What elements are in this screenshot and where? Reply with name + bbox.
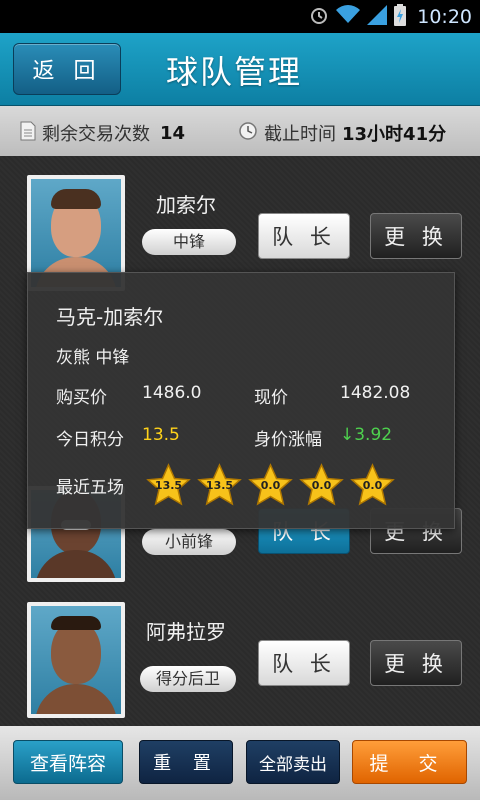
reset-button[interactable]: 重 置 — [139, 740, 233, 784]
bottom-toolbar: 查看阵容 重 置 全部卖出 提 交 — [0, 726, 480, 800]
position-tag: 小前锋 — [142, 529, 236, 555]
position-tag: 中锋 — [142, 229, 236, 255]
star-icon: 13.5 — [146, 463, 191, 507]
submit-button[interactable]: 提 交 — [352, 740, 467, 784]
status-time: 10:20 — [417, 5, 472, 28]
battery-icon — [394, 3, 407, 30]
popup-player-name: 马克-加索尔 — [56, 305, 164, 329]
recent-games-label: 最近五场 — [56, 478, 124, 498]
sell-all-button[interactable]: 全部卖出 — [246, 740, 340, 784]
header: 返 回 球队管理 — [0, 33, 480, 106]
buy-price-label: 购买价 — [56, 388, 107, 408]
player-card[interactable]: 阿弗拉罗 得分后卫 队 长 更 换 — [0, 602, 480, 732]
popup-team-position: 灰熊 中锋 — [56, 348, 130, 368]
star-icon: 13.5 — [197, 463, 242, 507]
clock-icon — [238, 121, 258, 146]
today-score-label: 今日积分 — [56, 430, 124, 450]
captain-button[interactable]: 队 长 — [258, 640, 350, 686]
star-score: 0.0 — [362, 479, 383, 492]
view-lineup-button[interactable]: 查看阵容 — [13, 740, 123, 784]
trades-remaining: 剩余交易次数 14 — [20, 120, 185, 146]
swap-button[interactable]: 更 换 — [370, 640, 462, 686]
price-change-label: 身价涨幅 — [254, 430, 322, 450]
page-title: 球队管理 — [166, 53, 303, 91]
star-icon: 0.0 — [299, 463, 344, 507]
star-icon: 0.0 — [350, 463, 395, 507]
price-change-value: ↓3.92 — [340, 425, 393, 445]
back-button[interactable]: 返 回 — [13, 43, 121, 95]
alarm-icon — [309, 5, 329, 29]
deadline-label: 截止时间 — [264, 124, 336, 145]
deadline-value: 13小时41分 — [342, 124, 447, 145]
current-price-label: 现价 — [254, 388, 288, 408]
player-photo — [27, 602, 125, 718]
player-name: 阿弗拉罗 — [146, 620, 226, 644]
captain-button[interactable]: 队 长 — [258, 213, 350, 259]
star-score: 13.5 — [154, 479, 183, 492]
star-icon: 0.0 — [248, 463, 293, 507]
recent-games-stars: 13.5 13.5 0.0 0.0 0.0 — [146, 463, 395, 507]
status-icons: 10:20 — [309, 3, 472, 30]
star-score: 13.5 — [205, 479, 234, 492]
buy-price-value: 1486.0 — [142, 383, 202, 403]
player-name: 加索尔 — [156, 193, 216, 217]
status-bar: 10:20 — [0, 0, 480, 33]
signal-icon — [367, 4, 388, 29]
player-detail-popup[interactable]: 马克-加索尔 灰熊 中锋 购买价 1486.0 现价 1482.08 今日积分 … — [27, 272, 455, 529]
star-score: 0.0 — [260, 479, 281, 492]
current-price-value: 1482.08 — [340, 383, 411, 403]
deadline: 截止时间 13小时41分 — [238, 120, 446, 146]
trades-label: 剩余交易次数 — [42, 124, 150, 145]
star-score: 0.0 — [311, 479, 332, 492]
swap-button[interactable]: 更 换 — [370, 213, 462, 259]
trades-value: 14 — [160, 122, 186, 144]
info-bar: 剩余交易次数 14 截止时间 13小时41分 — [0, 106, 480, 156]
document-icon — [20, 121, 36, 146]
today-score-value: 13.5 — [142, 425, 180, 445]
wifi-icon — [336, 4, 361, 29]
position-tag: 得分后卫 — [140, 666, 237, 692]
